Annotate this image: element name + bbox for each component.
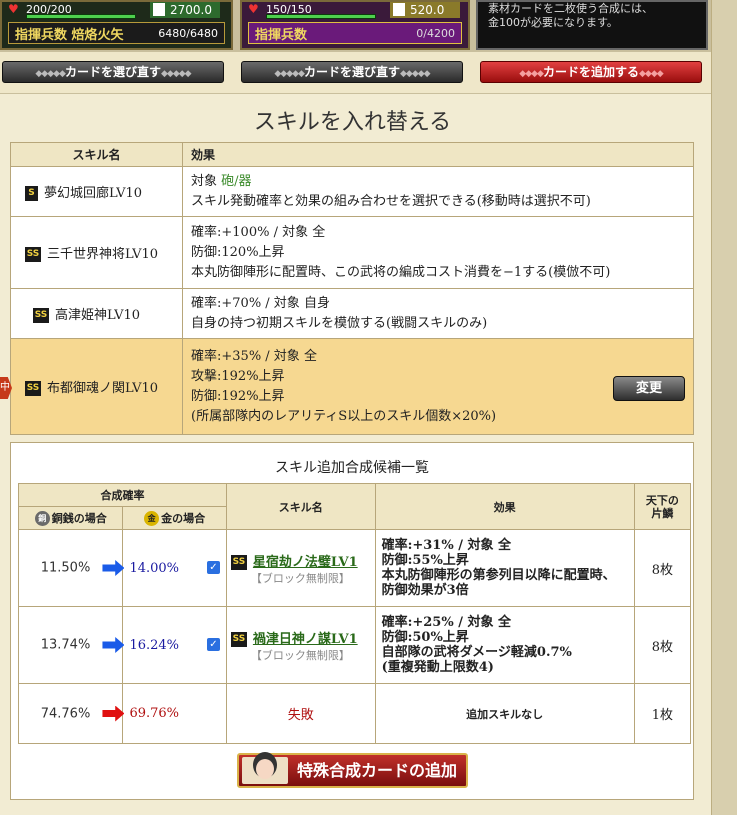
skill-row[interactable]: SS 高津姫神LV10 確率:+70% / 対象 自身 自身の持つ初期スキルを模倣… — [10, 288, 694, 339]
candidates-title: スキル追加合成候補一覧 — [275, 460, 429, 476]
skill-name-cell: SS 高津姫神LV10 — [10, 288, 183, 339]
effect-line: (所属部隊内のレアリティS以上のスキル個数×20%) — [191, 408, 497, 424]
skill-effect-cell: 確率:+70% / 対象 自身 自身の持つ初期スキルを模倣する(戦闘スキルのみ) — [182, 288, 694, 339]
candidate-skill-cell: SS 星宿劫ノ法璧LV1 【ブロック無制限】 — [225, 529, 376, 607]
block-note: 【ブロック無制限】 — [250, 648, 350, 662]
effect-line: 確率:+35% / 対象 全 — [191, 348, 317, 364]
sword-icon — [393, 3, 405, 16]
copper-coin-icon: 銅 — [34, 511, 50, 527]
copper-rate: 11.50% — [17, 529, 125, 607]
attack-value: 2700.0 — [150, 2, 220, 18]
column-header-effect: 効果 — [374, 483, 635, 530]
hp-bar — [26, 14, 136, 19]
rank-ss-icon: SS — [25, 247, 41, 262]
candidate-row[interactable]: 11.50% 14.00% ✓ SS 星宿劫ノ法璧LV1 【ブロック無制限】 確率… — [17, 529, 692, 607]
troop-value: 6480/6480 — [158, 26, 218, 40]
candidate-effect-cell: 確率:+31% / 対象 全 防御:55%上昇 本丸防御陣形の第参列目以降に配置… — [374, 529, 635, 607]
fail-label: 失敗 — [225, 683, 376, 744]
column-header-gold: 金金の場合 — [122, 506, 227, 530]
block-note: 【ブロック無制限】 — [250, 571, 350, 585]
count-cell: 8枚 — [633, 529, 692, 607]
effect-line: 対象 砲/器 — [191, 173, 252, 189]
rank-ss-icon: SS — [230, 554, 247, 570]
column-header-copper: 銅銅銭の場合 — [17, 506, 124, 530]
info-panel: 素材カードを二枚使う合成には、 金100が必要になります。 — [476, 0, 708, 50]
add-special-card-button[interactable]: 特殊合成カードの追加 — [237, 753, 468, 788]
skill-name-cell: SS 三千世界神将LV10 — [10, 216, 183, 289]
effect-line: 確率:+100% / 対象 全 — [191, 224, 326, 240]
arrow-right-icon — [102, 560, 125, 576]
skill-row[interactable]: SS 三千世界神将LV10 確率:+100% / 対象 全 防御:120%上昇 本… — [10, 216, 694, 289]
skill-name-cell: 中 SS 布都御魂ノ関LV10 — [0, 338, 183, 435]
material-card-1[interactable]: ♥ 200/200 2700.0 指揮兵数 焙烙火矢 6480/6480 — [0, 0, 233, 50]
rank-ss-icon: SS — [25, 381, 41, 396]
effect-line: 防御:192%上昇 — [191, 388, 285, 404]
add-card-button[interactable]: ◆◆◆◆カードを追加する◆◆◆◆ — [480, 61, 702, 83]
candidates-panel: スキル追加合成候補一覧 合成確率 スキル名 効果 天下の 片鱗 銅銅銭の場合 金金… — [10, 442, 694, 800]
gold-rate: 16.24% ✓ — [122, 606, 227, 684]
skill-effect-cell: 確率:+100% / 対象 全 防御:120%上昇 本丸防御陣形に配置時、この武… — [182, 216, 694, 289]
heart-icon: ♥ — [8, 1, 19, 16]
skill-row-selected[interactable]: 中 SS 布都御魂ノ関LV10 確率:+35% / 対象 全 攻撃:192%上昇 … — [0, 338, 694, 435]
sword-icon — [153, 3, 165, 16]
candidate-row[interactable]: 13.74% 16.24% ✓ SS 禍津日神ノ謀LV1 【ブロック無制限】 確率… — [17, 606, 692, 684]
rank-s-icon: S — [25, 186, 38, 201]
section-title: スキルを入れ替える — [253, 110, 452, 135]
copper-rate: 74.76% — [17, 683, 125, 744]
arrow-right-icon — [102, 705, 125, 722]
select-checkbox[interactable]: ✓ — [206, 637, 220, 651]
current-marker-icon: 中 — [0, 377, 12, 399]
effect-line: スキル発動確率と効果の組み合わせを選択できる(移動時は選択不可) — [191, 193, 591, 209]
column-header-effect: 効果 — [182, 142, 694, 167]
effect-line: 攻撃:192%上昇 — [191, 368, 285, 384]
column-header-skill-name: スキル名 — [10, 142, 183, 167]
skill-effect-cell: 対象 砲/器 スキル発動確率と効果の組み合わせを選択できる(移動時は選択不可) — [182, 166, 694, 217]
card-strip: ♥ 200/200 2700.0 指揮兵数 焙烙火矢 6480/6480 ♥ 1… — [0, 0, 737, 52]
skill-link[interactable]: 禍津日神ノ謀LV1 — [253, 632, 358, 647]
effect-line: 自身の持つ初期スキルを模倣する(戦闘スキルのみ) — [191, 315, 488, 331]
candidate-effect-cell: 追加スキルなし — [374, 683, 635, 744]
effect-line: 確率:+70% / 対象 自身 — [191, 295, 330, 311]
troop-row: 指揮兵数 焙烙火矢 6480/6480 — [8, 22, 225, 44]
troop-label: 指揮兵数 焙烙火矢 — [15, 27, 124, 43]
column-header-skill-name: スキル名 — [225, 483, 376, 530]
select-checkbox[interactable]: ✓ — [206, 560, 220, 574]
scroll-edge — [711, 0, 737, 815]
troop-label: 指揮兵数 — [255, 27, 308, 43]
arrow-right-icon — [102, 637, 125, 653]
reselect-card-1-button[interactable]: ◆◆◆◆◆カードを選び直す◆◆◆◆◆ — [2, 61, 224, 83]
effect-line: 防御:120%上昇 — [191, 244, 285, 260]
rank-ss-icon: SS — [230, 631, 247, 647]
hp-bar — [266, 14, 376, 19]
skill-effect-cell: 確率:+35% / 対象 全 攻撃:192%上昇 防御:192%上昇 (所属部隊… — [182, 338, 694, 435]
candidate-row: 74.76% 69.76% 失敗 追加スキルなし 1枚 — [17, 683, 692, 744]
copper-rate: 13.74% — [17, 606, 125, 684]
skill-row[interactable]: S 夢幻城回廊LV10 対象 砲/器 スキル発動確率と効果の組み合わせを選択できる… — [10, 166, 694, 217]
troop-row: 指揮兵数 0/4200 — [248, 22, 462, 44]
heart-icon: ♥ — [248, 1, 259, 16]
material-card-2[interactable]: ♥ 150/150 520.0 指揮兵数 0/4200 — [240, 0, 470, 50]
gold-coin-icon: 金 — [144, 511, 160, 527]
column-header-count: 天下の 片鱗 — [633, 483, 692, 530]
skill-link[interactable]: 星宿劫ノ法璧LV1 — [253, 555, 358, 570]
skill-name-cell: S 夢幻城回廊LV10 — [10, 166, 183, 217]
portrait-icon — [242, 757, 288, 784]
effect-line: 本丸防御陣形に配置時、この武将の編成コスト消費を−1する(模倣不可) — [191, 264, 611, 280]
attack-value: 520.0 — [390, 2, 460, 18]
candidate-effect-cell: 確率:+25% / 対象 全 防御:50%上昇 自部隊の武将ダメージ軽減0.7%… — [374, 606, 635, 684]
gold-rate: 69.76% — [122, 683, 227, 744]
info-text: 素材カードを二枚使う合成には、 金100が必要になります。 — [488, 2, 653, 29]
gold-rate: 14.00% ✓ — [122, 529, 227, 607]
change-skill-button[interactable]: 変更 — [613, 376, 685, 401]
candidates-table: 合成確率 スキル名 効果 天下の片鱗 銅銅銭の場合 金金の場合 11.50% — [17, 483, 692, 744]
reselect-card-2-button[interactable]: ◆◆◆◆◆カードを選び直す◆◆◆◆◆ — [241, 61, 463, 83]
count-cell: 1枚 — [633, 683, 692, 744]
skill-table: スキル名 効果 S 夢幻城回廊LV10 対象 砲/器 スキル発動確率と効果の組み合… — [0, 142, 694, 435]
troop-value: 0/4200 — [416, 26, 455, 40]
candidate-skill-cell: SS 禍津日神ノ謀LV1 【ブロック無制限】 — [225, 606, 376, 684]
column-header-rate: 合成確率 — [18, 483, 227, 507]
rank-ss-icon: SS — [33, 308, 49, 323]
count-cell: 8枚 — [633, 606, 692, 684]
